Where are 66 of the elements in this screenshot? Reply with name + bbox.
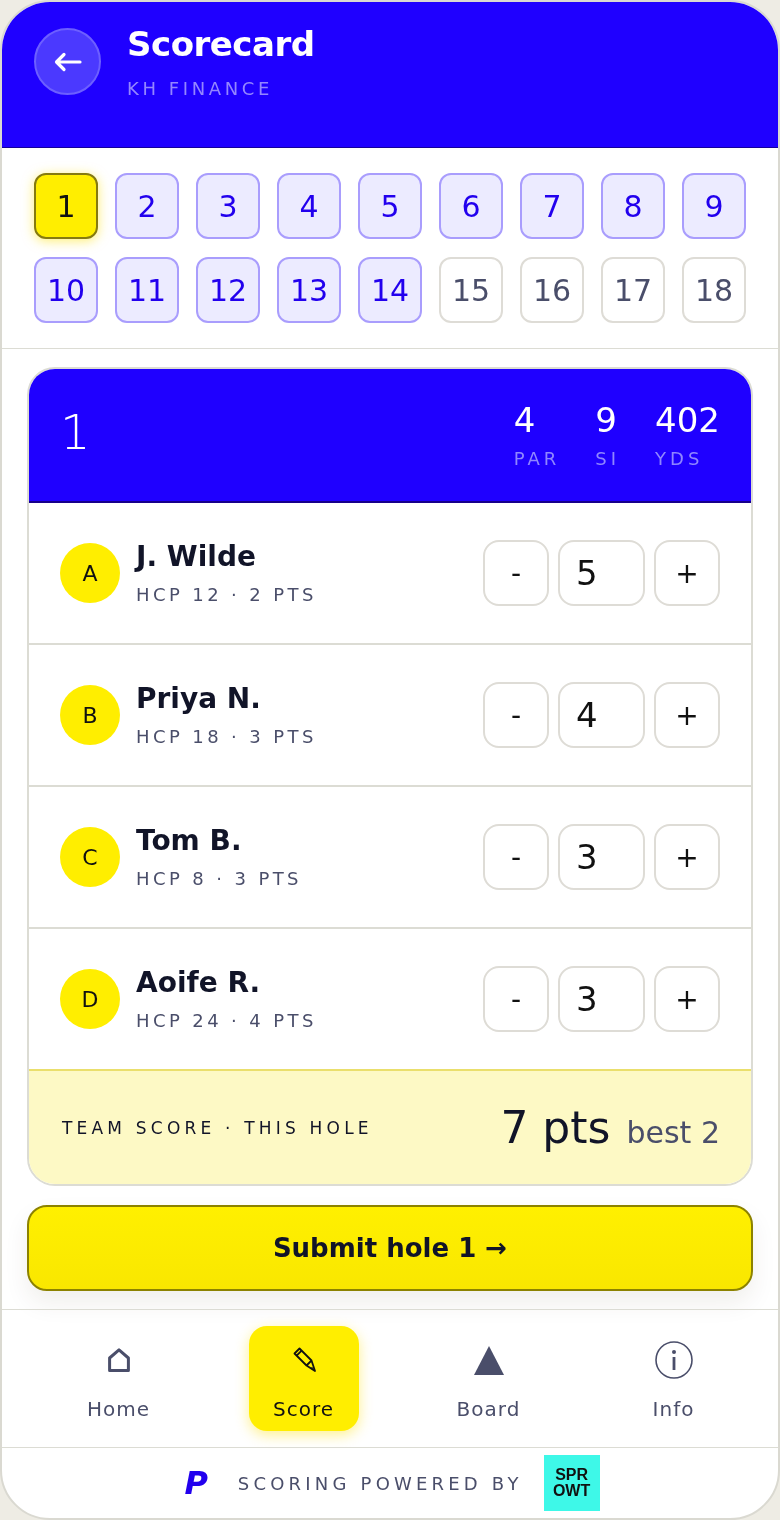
nav-tab[interactable]: Info <box>618 1326 729 1431</box>
player-avatar: C <box>60 827 120 887</box>
stat-value: 9 <box>595 400 617 440</box>
hole-button[interactable]: 13 <box>277 257 341 323</box>
player-details: HCP 24 · 4 PTS <box>136 1010 317 1032</box>
page-title: Scorecard <box>127 24 315 64</box>
team-points: 7 pts <box>500 1102 611 1153</box>
player-name: Aoife R. <box>136 966 261 1000</box>
increment-button[interactable]: + <box>654 966 720 1032</box>
hole-button[interactable]: 3 <box>196 173 260 239</box>
hole-button[interactable]: 17 <box>601 257 665 323</box>
stat-value: 4 <box>513 400 536 440</box>
player-details: HCP 8 · 3 PTS <box>136 868 302 890</box>
hole-button[interactable]: 1 <box>34 173 98 239</box>
hole-button[interactable]: 16 <box>520 257 584 323</box>
player-name: Tom B. <box>136 824 242 858</box>
player-details: HCP 18 · 3 PTS <box>136 726 317 748</box>
nav-tab[interactable]: Score <box>248 1326 359 1431</box>
stat-label: SI <box>595 448 621 470</box>
stat-value: 402 <box>655 400 720 440</box>
player-avatar: A <box>60 543 120 603</box>
hole-button[interactable]: 14 <box>358 257 422 323</box>
sponsor-logo[interactable]: SPROWT <box>543 1455 600 1511</box>
home-icon <box>107 1348 130 1372</box>
hole-button[interactable]: 12 <box>196 257 260 323</box>
decrement-button[interactable]: - <box>483 824 549 890</box>
increment-button[interactable]: + <box>654 540 720 606</box>
powered-by-text: SCORING POWERED BY <box>237 1472 523 1494</box>
stat-label: YDS <box>655 448 704 470</box>
score-field[interactable]: 3 <box>558 966 645 1032</box>
hole-number: 1 <box>60 408 91 456</box>
team-name: KH FINANCE <box>127 77 273 101</box>
decrement-button[interactable]: - <box>483 966 549 1032</box>
hole-button[interactable]: 18 <box>682 257 746 323</box>
score-field[interactable]: 5 <box>558 540 645 606</box>
decrement-button[interactable]: - <box>483 682 549 748</box>
hole-button[interactable]: 11 <box>115 257 179 323</box>
player-avatar: B <box>60 685 120 745</box>
hole-button[interactable]: 4 <box>277 173 341 239</box>
logo-mark: P <box>184 1467 208 1499</box>
nav-tab[interactable]: Board <box>433 1326 544 1431</box>
player-name: J. Wilde <box>136 540 256 574</box>
player-name: Priya N. <box>136 682 261 716</box>
hole-button[interactable]: 2 <box>115 173 179 239</box>
decrement-button[interactable]: - <box>483 540 549 606</box>
increment-button[interactable]: + <box>654 682 720 748</box>
team-score-label: TEAM SCORE · THIS HOLE <box>62 1117 373 1138</box>
score-field[interactable]: 4 <box>558 682 645 748</box>
hole-button[interactable]: 6 <box>439 173 503 239</box>
hole-button[interactable]: 8 <box>601 173 665 239</box>
nav-tab[interactable]: Home <box>63 1326 174 1431</box>
hole-button[interactable]: 5 <box>358 173 422 239</box>
team-note: best 2 <box>626 1115 720 1150</box>
info-icon <box>654 1341 693 1379</box>
stat-label: PAR <box>513 448 561 470</box>
submit-button[interactable]: Submit hole 1 → <box>27 1205 753 1291</box>
increment-button[interactable]: + <box>654 824 720 890</box>
hole-button[interactable]: 7 <box>520 173 584 239</box>
score-field[interactable]: 3 <box>558 824 645 890</box>
player-details: HCP 12 · 2 PTS <box>136 584 317 606</box>
triangle-icon <box>473 1345 504 1375</box>
arrow-left-icon <box>53 51 82 72</box>
player-avatar: D <box>60 969 120 1029</box>
hole-button[interactable]: 10 <box>34 257 98 323</box>
hole-button[interactable]: 15 <box>439 257 503 323</box>
hole-button[interactable]: 9 <box>682 173 746 239</box>
